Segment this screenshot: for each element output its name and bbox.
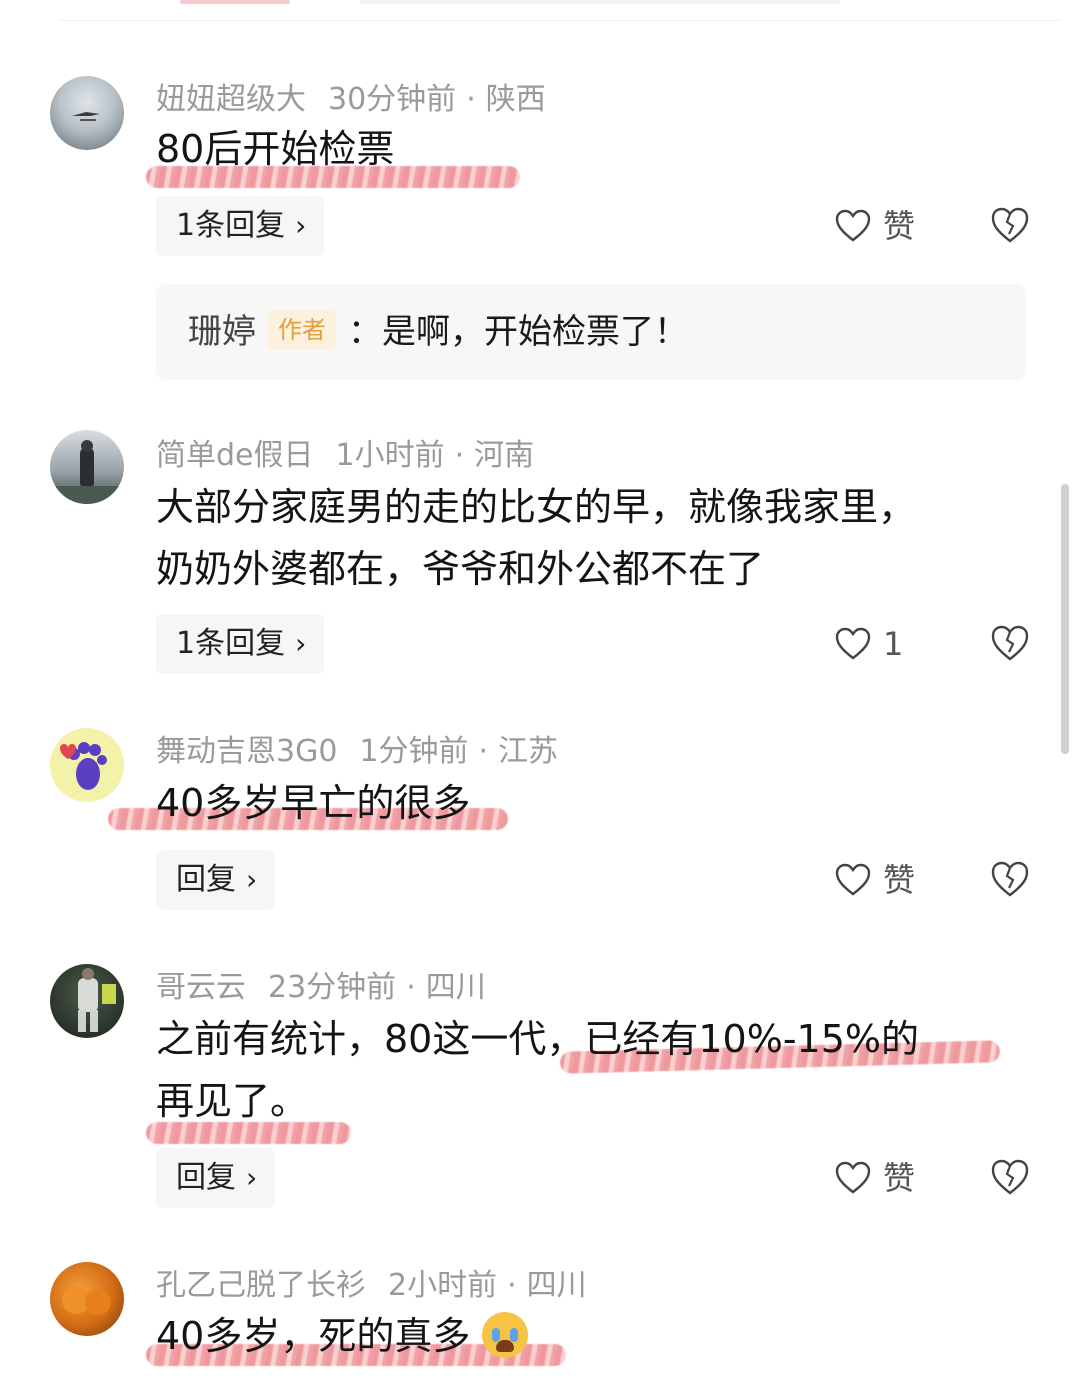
location: 河南 bbox=[474, 438, 535, 473]
location: 四川 bbox=[526, 1268, 587, 1303]
username[interactable]: 妞妞超级大 bbox=[156, 82, 306, 117]
person-photo-icon bbox=[50, 440, 124, 504]
dislike-button[interactable] bbox=[990, 624, 1030, 664]
timestamp: 2小时前 bbox=[388, 1268, 498, 1303]
reply-button[interactable]: 回复 › bbox=[156, 850, 276, 910]
heart-outline-icon bbox=[835, 209, 871, 242]
dislike-button[interactable] bbox=[990, 1158, 1030, 1198]
crying-face-icon bbox=[482, 1311, 529, 1358]
comment-meta: 简单de假日 1小时前 · 河南 bbox=[156, 430, 534, 474]
separator-dot: · bbox=[466, 82, 476, 117]
timestamp: 23分钟前 bbox=[268, 970, 397, 1005]
dislike-button[interactable] bbox=[990, 860, 1030, 900]
like-button[interactable]: 赞 bbox=[835, 1148, 915, 1208]
reply-author-name[interactable]: 珊婷 bbox=[188, 312, 256, 352]
username[interactable]: 孔乙己脱了长衫 bbox=[156, 1268, 366, 1303]
comment-meta: 妞妞超级大 30分钟前 · 陕西 bbox=[156, 74, 546, 118]
comment-text: 40多岁，死的真多 bbox=[156, 1305, 1036, 1367]
reply-button[interactable]: 回复 › bbox=[156, 1148, 276, 1208]
comment-text: 40多岁早亡的很多 bbox=[156, 781, 471, 825]
comment-meta: 哥云云 23分钟前 · 四川 bbox=[156, 962, 486, 1006]
author-reply[interactable]: 珊婷 作者 ：是啊，开始检票了！ bbox=[156, 284, 1026, 380]
separator-dot: · bbox=[406, 970, 416, 1005]
heart-outline-icon bbox=[835, 1161, 871, 1194]
reply-text: ：是啊，开始检票了！ bbox=[348, 312, 688, 352]
location: 陕西 bbox=[485, 82, 546, 117]
like-count: 1 bbox=[883, 625, 904, 663]
avatar[interactable] bbox=[50, 728, 124, 802]
comment-text: 大部分家庭男的走的比女的早，就像我家里， 奶奶外婆都在，爷爷和外公都不在了 bbox=[156, 485, 917, 591]
like-button[interactable]: 赞 bbox=[835, 850, 915, 910]
broken-heart-icon bbox=[991, 861, 1029, 897]
location: 江苏 bbox=[498, 734, 559, 769]
like-count: 赞 bbox=[883, 861, 916, 899]
separator-dot: · bbox=[478, 734, 489, 769]
avatar[interactable] bbox=[50, 1262, 124, 1336]
broken-heart-icon bbox=[991, 1159, 1029, 1195]
timestamp: 1分钟前 bbox=[359, 734, 469, 769]
view-replies-button[interactable]: 1条回复 › bbox=[156, 614, 325, 674]
separator-dot: · bbox=[507, 1268, 517, 1303]
comment-text: 80后开始检票 bbox=[156, 127, 395, 171]
separator-dot: · bbox=[454, 438, 465, 473]
chevron-right-icon: › bbox=[295, 627, 307, 660]
previous-highlight bbox=[180, 0, 290, 4]
comment-meta: 孔乙己脱了长衫 2小时前 · 四川 bbox=[156, 1260, 587, 1304]
heart-outline-icon bbox=[835, 863, 871, 896]
timestamp: 30分钟前 bbox=[328, 82, 457, 117]
location: 四川 bbox=[425, 970, 486, 1005]
avatar[interactable] bbox=[50, 430, 124, 504]
scrollbar[interactable] bbox=[1061, 484, 1069, 754]
username[interactable]: 舞动吉恩3G0 bbox=[156, 734, 337, 769]
avatar[interactable] bbox=[50, 76, 124, 150]
author-badge: 作者 bbox=[268, 309, 336, 350]
username[interactable]: 简单de假日 bbox=[156, 438, 314, 473]
like-button[interactable]: 1 bbox=[835, 614, 903, 674]
like-count: 赞 bbox=[883, 1159, 916, 1197]
dislike-button[interactable] bbox=[990, 206, 1030, 246]
paw-icon bbox=[60, 742, 107, 790]
like-button[interactable]: 赞 bbox=[835, 196, 915, 256]
athlete-photo-icon bbox=[78, 968, 116, 1032]
like-count: 赞 bbox=[883, 207, 916, 245]
avatar[interactable] bbox=[50, 964, 124, 1038]
timestamp: 1小时前 bbox=[335, 438, 445, 473]
view-replies-button[interactable]: 1条回复 › bbox=[156, 196, 325, 256]
broken-heart-icon bbox=[991, 625, 1029, 661]
orange-photo-icon bbox=[62, 1286, 111, 1315]
chevron-right-icon: › bbox=[246, 863, 258, 896]
heart-outline-icon bbox=[835, 627, 871, 660]
bird-photo-icon bbox=[72, 112, 100, 121]
username[interactable]: 哥云云 bbox=[156, 970, 246, 1005]
comment-text: 之前有统计，80这一代，已经有10%-15%的 再见了。 bbox=[156, 1017, 919, 1123]
previous-reply-bar bbox=[360, 0, 840, 4]
chevron-right-icon: › bbox=[295, 209, 307, 242]
chevron-right-icon: › bbox=[246, 1161, 258, 1194]
broken-heart-icon bbox=[991, 207, 1029, 243]
previous-comment-edge bbox=[60, 0, 1060, 21]
comment-meta: 舞动吉恩3G0 1分钟前 · 江苏 bbox=[156, 726, 558, 770]
